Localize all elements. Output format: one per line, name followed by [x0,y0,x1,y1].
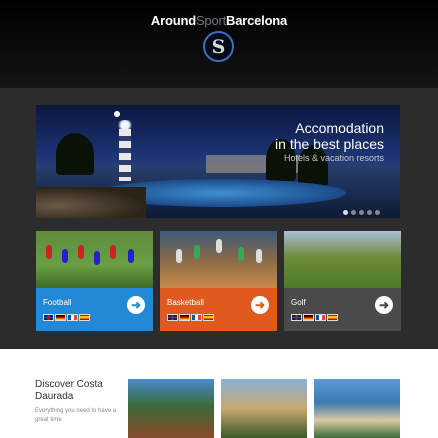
fr-flag[interactable] [191,314,202,321]
language-flags [43,314,90,321]
basketball-panel: Basketball ➜ [160,288,277,331]
player-figure [216,239,222,253]
es-flag[interactable] [203,314,214,321]
thumb-barcelona[interactable] [221,379,307,438]
de-flag[interactable] [303,314,314,321]
slider-dot[interactable] [343,210,348,215]
es-flag[interactable] [79,314,90,321]
card-label: Football [43,298,72,307]
de-flag[interactable] [55,314,66,321]
player-figure [62,249,68,263]
hero-title-line2: in the best places [275,136,384,152]
site-header: AroundSportBarcelona S [0,0,438,88]
hero-rocks [36,187,146,218]
logo-emblem[interactable]: S [203,31,234,62]
discover-subtitle: Everything you need to have a great time [35,408,117,423]
player-figure [256,249,262,263]
slider-dots [343,210,380,216]
uk-flag[interactable] [167,314,178,321]
uk-flag[interactable] [43,314,54,321]
hero-subtitle: Hotels & vacation resorts [283,153,384,163]
uk-flag[interactable] [291,314,302,321]
slider-dot[interactable] [351,210,356,215]
arrow-right-icon[interactable]: ➜ [375,296,393,314]
thumb-beach[interactable] [314,379,400,438]
site-title[interactable]: AroundSportBarcelona [0,13,438,28]
de-flag[interactable] [179,314,190,321]
hero-title: Accomodation in the best places [275,120,384,152]
main-content: Accomodation in the best places Hotels &… [0,88,438,349]
hero-slider[interactable]: Accomodation in the best places Hotels &… [36,105,400,218]
card-football[interactable]: Football ➜ [36,231,153,331]
moon-icon [114,111,120,117]
card-label: Golf [291,298,306,307]
football-photo [36,231,153,288]
player-figure [110,245,116,259]
golf-photo [284,231,401,288]
fr-flag[interactable] [315,314,326,321]
discover-section: Discover Costa Daurada Everything you ne… [0,349,438,438]
arrow-right-icon[interactable]: ➜ [251,296,269,314]
card-label: Basketball [167,298,204,307]
player-figure [78,245,84,259]
basketball-photo [160,231,277,288]
hero-title-line1: Accomodation [295,120,384,136]
slider-dot[interactable] [367,210,372,215]
discover-title: Discover Costa Daurada [35,379,103,402]
logo-letter: S [211,36,226,58]
player-figure [194,245,200,259]
player-figure [128,249,134,263]
card-golf[interactable]: Golf ➜ [284,231,401,331]
fr-flag[interactable] [67,314,78,321]
golf-panel: Golf ➜ [284,288,401,331]
player-figure [238,247,244,261]
brand-barcelona: Barcelona [226,13,288,28]
card-basketball[interactable]: Basketball ➜ [160,231,277,331]
es-flag[interactable] [327,314,338,321]
thumb-theme-park[interactable] [128,379,214,438]
brand-sport: Sport [195,13,227,28]
player-figure [94,251,100,265]
football-panel: Football ➜ [36,288,153,331]
brand-around: Around [150,13,196,28]
player-figure [176,249,182,263]
lighthouse [119,129,131,181]
player-figure [46,245,52,259]
arrow-right-icon[interactable]: ➜ [127,296,145,314]
language-flags [291,314,338,321]
hero-palm [56,133,94,175]
slider-dot[interactable] [359,210,364,215]
slider-dot[interactable] [375,210,380,215]
language-flags [167,314,214,321]
